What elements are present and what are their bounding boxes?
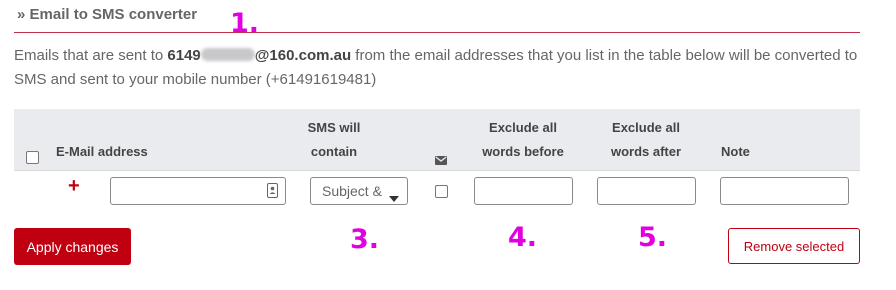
header-exclude-after-line1: Exclude all: [612, 120, 680, 135]
annotation-3: 3.: [350, 224, 380, 255]
select-all-checkbox[interactable]: [26, 151, 39, 164]
header-exclude-before-line2: words before: [482, 144, 564, 159]
annotation-4: 4.: [508, 222, 538, 253]
converter-table: E-Mail address SMS will contain Exclude …: [14, 109, 860, 213]
annotation-5: 5.: [638, 222, 668, 253]
sms-content-select[interactable]: Subject &: [310, 177, 408, 205]
table-header: E-Mail address SMS will contain Exclude …: [14, 109, 860, 170]
exclude-after-input[interactable]: [597, 177, 696, 205]
header-sms-line2: contain: [310, 144, 358, 159]
contact-card-icon[interactable]: [267, 183, 278, 203]
header-exclude-after-line2: words after: [610, 144, 682, 159]
exclude-before-input[interactable]: [474, 177, 573, 205]
email-address-input[interactable]: [110, 177, 286, 205]
apply-changes-button[interactable]: Apply changes: [14, 228, 131, 265]
intro-email-prefix: 6149: [167, 47, 201, 64]
intro-pre: Emails that are sent to: [14, 47, 168, 64]
annotation-1: 1.: [230, 8, 260, 39]
header-note: Note: [721, 144, 750, 159]
intro-email: 6149 @160.com.au: [167, 47, 351, 64]
section-title: » Email to SMS converter: [17, 6, 198, 23]
remove-selected-button[interactable]: Remove selected: [728, 228, 860, 264]
sms-content-select-value: Subject &: [322, 183, 382, 199]
caret-down-icon: [389, 189, 399, 205]
add-row-button[interactable]: +: [68, 175, 80, 198]
header-sms-line1: SMS will: [307, 120, 361, 135]
redacted-blur: [200, 48, 255, 61]
header-email: E-Mail address: [56, 144, 148, 159]
intro-email-suffix: @160.com.au: [254, 47, 352, 64]
header-exclude-before-line1: Exclude all: [489, 120, 557, 135]
email-to-sms-panel: » Email to SMS converter Emails that are…: [0, 0, 896, 290]
note-input[interactable]: [720, 177, 849, 205]
row-checkbox[interactable]: [435, 185, 448, 198]
envelope-icon: [435, 152, 447, 170]
intro-text: Emails that are sent to 6149 @160.com.au …: [14, 44, 864, 92]
section-header: » Email to SMS converter: [14, 6, 860, 33]
new-entry-row: + Subject &: [14, 170, 860, 213]
